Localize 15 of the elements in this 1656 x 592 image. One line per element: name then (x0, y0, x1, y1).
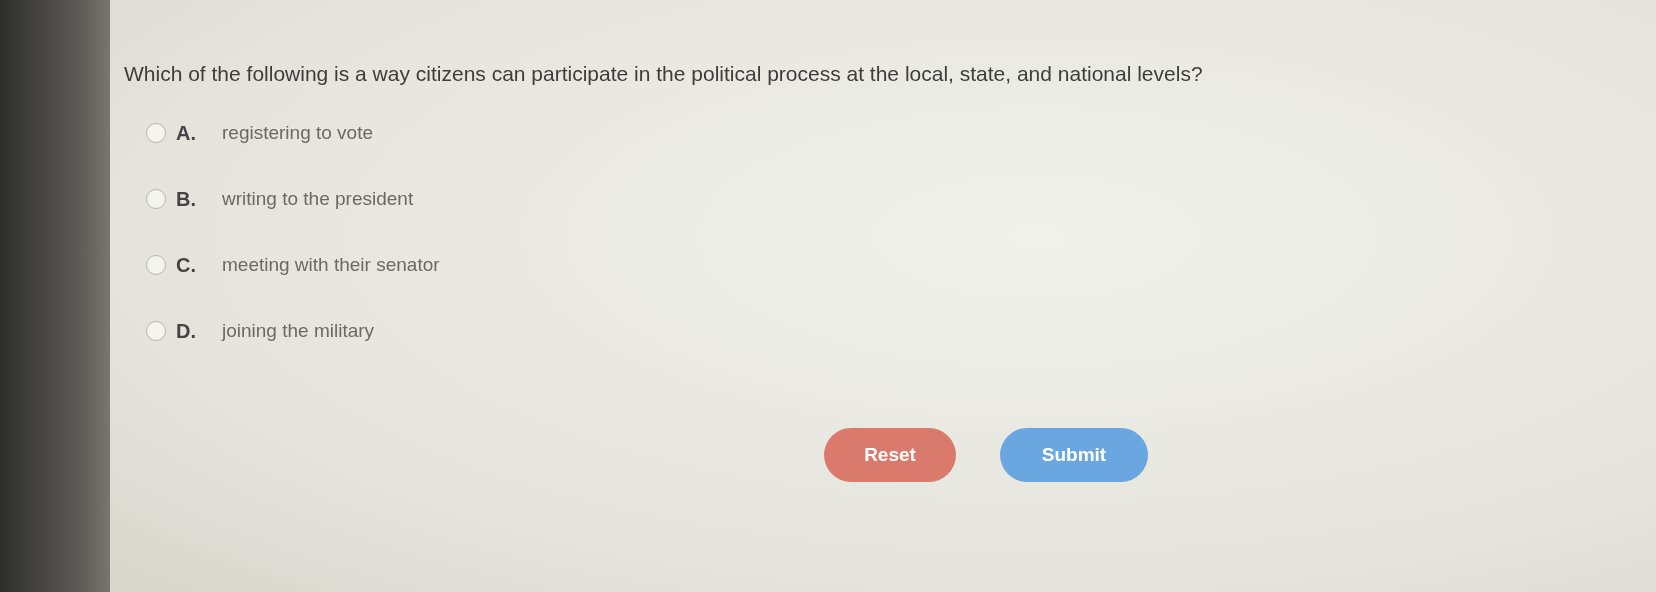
radio-button[interactable] (146, 321, 166, 341)
question-text: Which of the following is a way citizens can participate in the political process at the local, state, and national levels? (124, 62, 1204, 86)
option-letter: C. (176, 253, 197, 277)
reset-button[interactable]: Reset (824, 428, 956, 482)
radio-button[interactable] (146, 123, 166, 143)
option-text: writing to the president (222, 188, 414, 210)
option-letter: A. (176, 121, 197, 145)
option-letter: D. (176, 319, 197, 343)
option-text: joining the military (222, 320, 375, 342)
option-text: meeting with their senator (222, 254, 440, 276)
radio-button[interactable] (146, 189, 166, 209)
option-letter: B. (176, 187, 197, 211)
submit-button[interactable]: Submit (1000, 428, 1148, 482)
option-text: registering to vote (222, 122, 374, 144)
radio-button[interactable] (146, 255, 166, 275)
